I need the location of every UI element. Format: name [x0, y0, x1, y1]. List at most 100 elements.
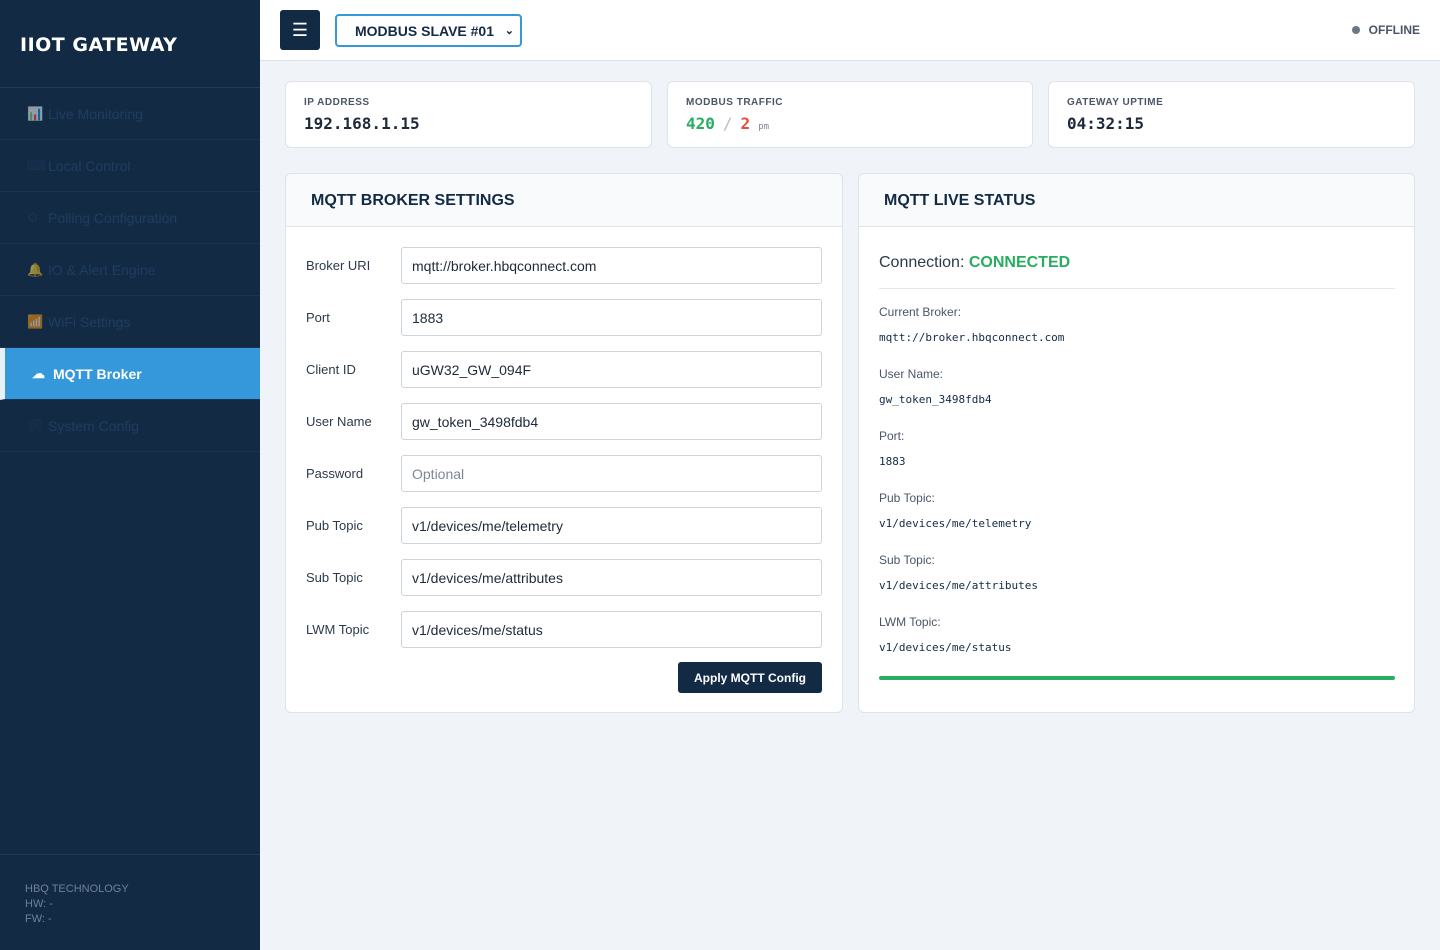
status-user-name: User Name: gw_token_3498fdb4: [879, 367, 992, 406]
stat-card-modbus-traffic: MODBUS TRAFFIC 420 / 2 pm: [667, 81, 1033, 148]
status-key: LWM Topic:: [879, 615, 941, 629]
form-row-port: Port: [306, 299, 822, 336]
field-label: Client ID: [306, 362, 356, 377]
status-key: Current Broker:: [879, 305, 962, 319]
field-label: Pub Topic: [306, 518, 363, 533]
sidebar-item-label: MQTT Broker: [53, 365, 142, 382]
hamburger-icon: ☰: [291, 19, 309, 40]
sidebar-item-label: Local Control: [48, 157, 131, 174]
status-key: Sub Topic:: [879, 553, 935, 567]
stat-card-gateway-uptime: GATEWAY UPTIME 04:32:15: [1048, 81, 1415, 148]
form-row-broker-uri: Broker URI: [306, 247, 822, 284]
chart-icon: 📊: [27, 105, 44, 121]
hardware-version: HW: -: [25, 898, 53, 910]
status-dot-icon: [1351, 26, 1360, 34]
slave-select[interactable]: MODBUS SLAVE #01 ⌄: [335, 14, 522, 47]
traffic-separator: /: [722, 114, 733, 133]
sidebar-item-system-config[interactable]: 🛠 System Config: [0, 400, 260, 452]
sidebar-item-wifi-settings[interactable]: 📶 WiFi Settings: [0, 296, 260, 348]
password-input[interactable]: [401, 455, 822, 492]
connection-health-bar: [879, 676, 1395, 680]
status-value: v1/devices/me/status: [879, 641, 1012, 654]
topbar: ☰ MODBUS SLAVE #01 ⌄ OFFLINE: [260, 0, 1440, 61]
apply-mqtt-config-button[interactable]: Apply MQTT Config: [678, 662, 822, 693]
form-row-client-id: Client ID: [306, 351, 822, 388]
stat-label: GATEWAY UPTIME: [1067, 97, 1164, 108]
status-pub-topic: Pub Topic: v1/devices/me/telemetry: [879, 491, 1031, 530]
sidebar-item-label: Polling Configuration: [48, 209, 178, 226]
status-value: mqtt://broker.hbqconnect.com: [879, 331, 1065, 344]
brand-title: IIOT GATEWAY: [0, 0, 260, 88]
sidebar-item-label: IO & Alert Engine: [48, 261, 156, 278]
pub-topic-input[interactable]: [401, 507, 822, 544]
status-key: Port:: [879, 429, 905, 443]
field-label: Sub Topic: [306, 570, 363, 585]
field-label: LWM Topic: [306, 622, 370, 637]
divider: [879, 288, 1395, 289]
sidebar-item-label: WiFi Settings: [48, 313, 131, 330]
status-port: Port: 1883: [879, 429, 906, 468]
sidebar-item-mqtt-broker[interactable]: ☁ MQTT Broker: [0, 348, 260, 400]
form-row-pub-topic: Pub Topic: [306, 507, 822, 544]
sidebar-item-local-control[interactable]: ⌨ Local Control: [0, 140, 260, 192]
form-row-user-name: User Name: [306, 403, 822, 440]
firmware-version: FW: -: [25, 913, 52, 925]
connection-status: OFFLINE: [1351, 23, 1420, 37]
wifi-icon: 📶: [27, 313, 44, 329]
gear-icon: ⚙: [27, 209, 39, 225]
chevron-down-icon: ⌄: [504, 25, 514, 37]
sidebar-item-io-alert-engine[interactable]: 🔔 IO & Alert Engine: [0, 244, 260, 296]
sub-topic-input[interactable]: [401, 559, 822, 596]
status-value: 1883: [879, 455, 906, 468]
sidebar-item-polling-configuration[interactable]: ⚙ Polling Configuration: [0, 192, 260, 244]
form-row-sub-topic: Sub Topic: [306, 559, 822, 596]
slave-select-value: MODBUS SLAVE #01: [355, 22, 494, 39]
status-key: Pub Topic:: [879, 491, 935, 505]
field-label: Port: [306, 310, 330, 325]
stat-label: MODBUS TRAFFIC: [686, 97, 783, 108]
stat-card-ip-address: IP ADDRESS 192.168.1.15: [285, 81, 652, 148]
client-id-input[interactable]: [401, 351, 822, 388]
port-input[interactable]: [401, 299, 822, 336]
user-name-input[interactable]: [401, 403, 822, 440]
bell-icon: 🔔: [27, 261, 44, 277]
status-value: v1/devices/me/telemetry: [879, 517, 1032, 530]
field-label: Password: [306, 466, 364, 481]
broker-uri-input[interactable]: [401, 247, 822, 284]
connection-label: Connection:: [879, 254, 965, 271]
status-text: OFFLINE: [1368, 23, 1420, 37]
cloud-icon: ☁: [32, 365, 45, 381]
panel-title: MQTT LIVE STATUS: [859, 174, 1414, 227]
sidebar-item-label: System Config: [48, 417, 140, 434]
menu-toggle-button[interactable]: ☰: [280, 10, 320, 50]
connection-line: Connection: CONNECTED: [879, 254, 1070, 272]
sidebar-item-label: Live Monitoring: [48, 105, 143, 122]
ip-address-value: 192.168.1.15: [304, 114, 420, 133]
mqtt-broker-settings-panel: MQTT BROKER SETTINGS Broker URI Port Cli…: [285, 173, 843, 713]
form-row-password: Password: [306, 455, 822, 492]
traffic-unit: pm: [758, 122, 770, 132]
sidebar-item-live-monitoring[interactable]: 📊 Live Monitoring: [0, 88, 260, 140]
stat-label: IP ADDRESS: [304, 97, 370, 108]
tools-icon: 🛠: [27, 417, 44, 433]
company-name: HBQ TECHNOLOGY: [25, 883, 129, 895]
mqtt-live-status-panel: MQTT LIVE STATUS Connection: CONNECTED C…: [858, 173, 1415, 713]
status-key: User Name:: [879, 367, 944, 381]
panel-title: MQTT BROKER SETTINGS: [286, 174, 842, 227]
field-label: User Name: [306, 414, 372, 429]
traffic-error-count: 2: [740, 114, 751, 133]
traffic-ok-count: 420: [686, 114, 715, 133]
status-sub-topic: Sub Topic: v1/devices/me/attributes: [879, 553, 1038, 592]
keyboard-icon: ⌨: [27, 157, 46, 173]
uptime-value: 04:32:15: [1067, 114, 1145, 133]
lwm-topic-input[interactable]: [401, 611, 822, 648]
connection-value: CONNECTED: [968, 254, 1071, 271]
sidebar: IIOT GATEWAY 📊 Live Monitoring ⌨ Local C…: [0, 0, 260, 950]
sidebar-footer: HBQ TECHNOLOGY HW: - FW: -: [0, 854, 260, 950]
status-current-broker: Current Broker: mqtt://broker.hbqconnect…: [879, 305, 1064, 344]
status-value: v1/devices/me/attributes: [879, 579, 1038, 592]
status-value: gw_token_3498fdb4: [879, 393, 992, 406]
modbus-traffic-value: 420 / 2 pm: [686, 114, 1014, 133]
form-row-lwm-topic: LWM Topic: [306, 611, 822, 648]
field-label: Broker URI: [306, 258, 371, 273]
